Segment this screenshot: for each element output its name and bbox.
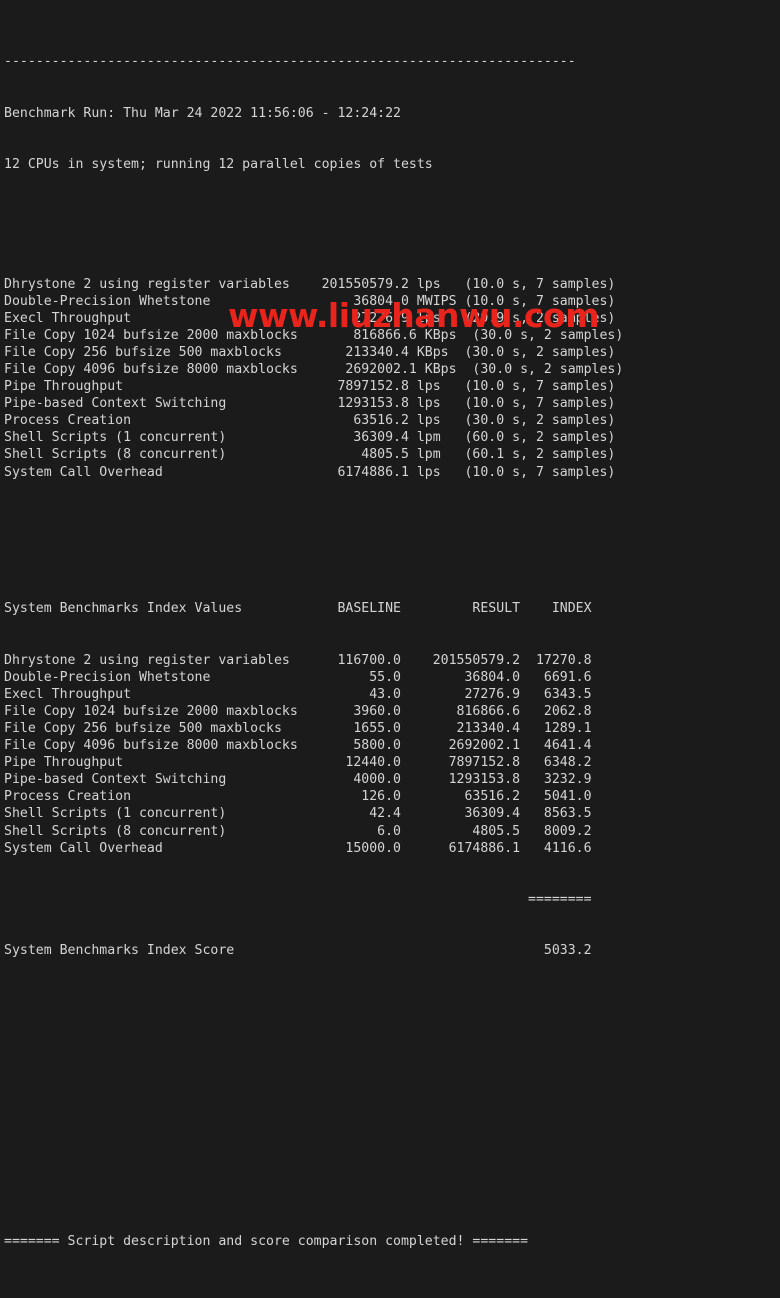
benchmark-result-row: System Call Overhead 6174886.1 lps (10.0… [4, 464, 780, 481]
spacer [4, 532, 780, 549]
benchmark-index-row: Shell Scripts (1 concurrent) 42.4 36309.… [4, 805, 780, 822]
benchmark-result-row: Pipe Throughput 7897152.8 lps (10.0 s, 7… [4, 378, 780, 395]
benchmark-run-line: Benchmark Run: Thu Mar 24 2022 11:56:06 … [4, 105, 780, 122]
terminal-output: ----------------------------------------… [0, 0, 780, 649]
spacer [4, 1062, 780, 1079]
benchmark-result-row: Execl Throughput 27276.9 lps (29.9 s, 2 … [4, 310, 780, 327]
benchmark-index-row: System Call Overhead 15000.0 6174886.1 4… [4, 840, 780, 857]
spacer [4, 1113, 780, 1130]
benchmark-results-block: Dhrystone 2 using register variables 201… [4, 276, 780, 481]
benchmark-result-row: File Copy 256 bufsize 500 maxblocks 2133… [4, 344, 780, 361]
benchmark-index-row: Process Creation 126.0 63516.2 5041.0 [4, 788, 780, 805]
benchmark-result-row: Shell Scripts (1 concurrent) 36309.4 lpm… [4, 429, 780, 446]
benchmark-result-row: File Copy 1024 bufsize 2000 maxblocks 81… [4, 327, 780, 344]
top-rule: ----------------------------------------… [4, 53, 780, 70]
benchmark-result-row: Pipe-based Context Switching 1293153.8 l… [4, 395, 780, 412]
benchmark-index-row: Execl Throughput 43.0 27276.9 6343.5 [4, 686, 780, 703]
benchmark-index-row: File Copy 256 bufsize 500 maxblocks 1655… [4, 720, 780, 737]
spacer [4, 1011, 780, 1028]
index-score-line: System Benchmarks Index Score 5033.2 [4, 942, 780, 959]
benchmark-index-row: Pipe Throughput 12440.0 7897152.8 6348.2 [4, 754, 780, 771]
benchmark-result-row: Process Creation 63516.2 lps (30.0 s, 2 … [4, 412, 780, 429]
spacer [4, 1164, 780, 1181]
benchmark-result-row: Double-Precision Whetstone 36804.0 MWIPS… [4, 293, 780, 310]
benchmark-result-row: Shell Scripts (8 concurrent) 4805.5 lpm … [4, 446, 780, 463]
index-values-header-line: System Benchmarks Index Values BASELINE … [4, 600, 780, 617]
benchmark-index-row: Dhrystone 2 using register variables 116… [4, 652, 780, 669]
cpu-info-line: 12 CPUs in system; running 12 parallel c… [4, 156, 780, 173]
benchmark-result-row: Dhrystone 2 using register variables 201… [4, 276, 780, 293]
benchmark-index-row: Double-Precision Whetstone 55.0 36804.0 … [4, 669, 780, 686]
benchmark-index-row: File Copy 1024 bufsize 2000 maxblocks 39… [4, 703, 780, 720]
benchmark-index-row: Pipe-based Context Switching 4000.0 1293… [4, 771, 780, 788]
benchmark-index-row: Shell Scripts (8 concurrent) 6.0 4805.5 … [4, 823, 780, 840]
index-separator-line: ======== [4, 891, 780, 908]
spacer [4, 207, 780, 224]
footer-line: ======= Script description and score com… [4, 1233, 780, 1250]
benchmark-index-block: Dhrystone 2 using register variables 116… [4, 652, 780, 857]
benchmark-result-row: File Copy 4096 bufsize 8000 maxblocks 26… [4, 361, 780, 378]
benchmark-index-row: File Copy 4096 bufsize 8000 maxblocks 58… [4, 737, 780, 754]
